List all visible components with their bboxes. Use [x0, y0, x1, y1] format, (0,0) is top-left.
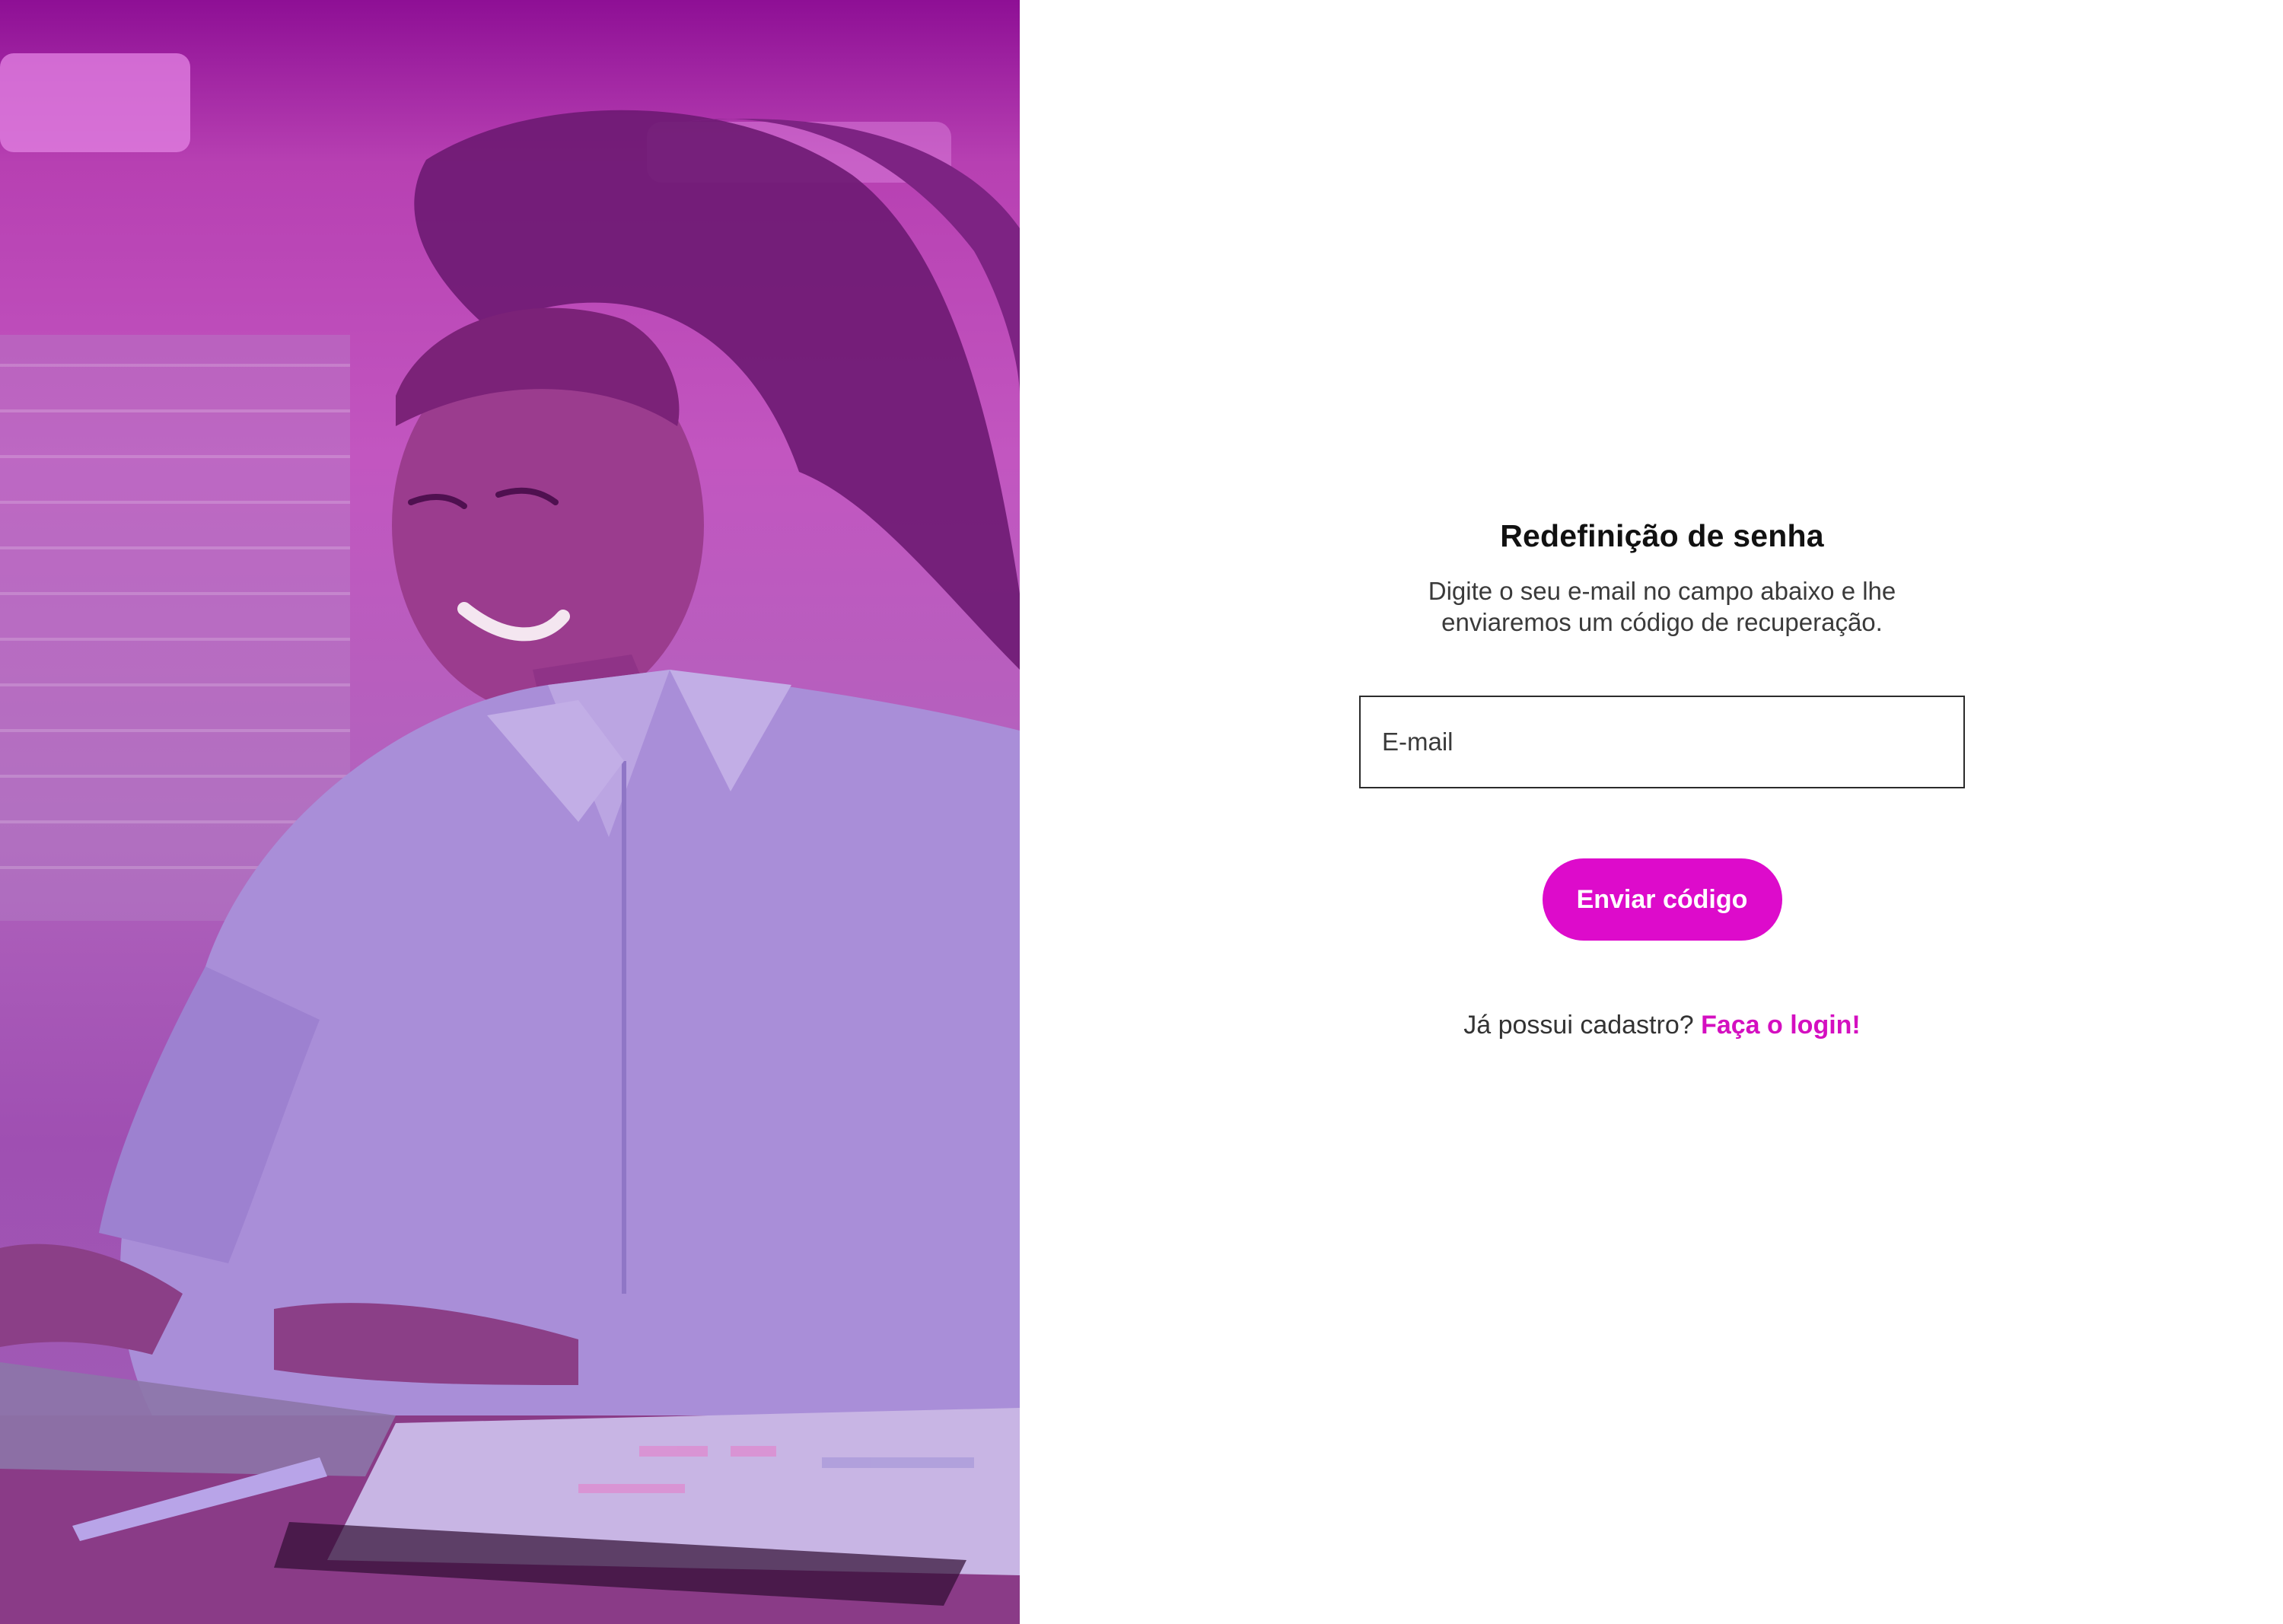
page: Redefinição de senha Digite o seu e-mail… — [0, 0, 2283, 1624]
form-panel: Redefinição de senha Digite o seu e-mail… — [1020, 0, 2283, 1624]
login-prompt: Já possui cadastro? Faça o login! — [1463, 1011, 1861, 1040]
page-title: Redefinição de senha — [1500, 518, 1824, 553]
form-subtitle: Digite o seu e-mail no campo abaixo e lh… — [1428, 577, 1896, 636]
send-code-button[interactable]: Enviar código — [1542, 858, 1782, 941]
hero-illustration — [0, 53, 1020, 1624]
login-link[interactable]: Faça o login! — [1701, 1011, 1861, 1040]
login-prompt-text: Já possui cadastro? — [1463, 1011, 1702, 1040]
hero-image — [0, 0, 1020, 1624]
password-reset-form: Redefinição de senha Digite o seu e-mail… — [1359, 514, 1965, 1040]
email-field[interactable] — [1359, 696, 1965, 788]
